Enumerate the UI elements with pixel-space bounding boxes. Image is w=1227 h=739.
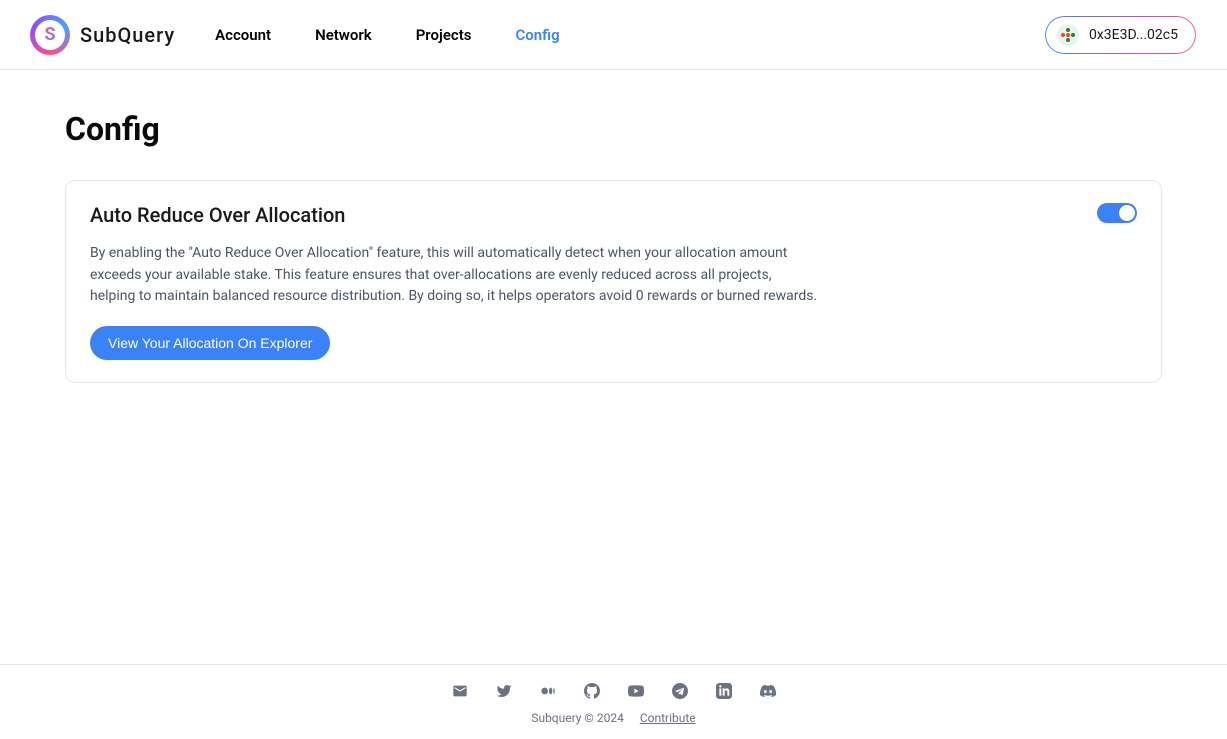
discord-icon[interactable] bbox=[760, 683, 776, 699]
card-description: By enabling the "Auto Reduce Over Alloca… bbox=[90, 243, 820, 308]
nav-config[interactable]: Config bbox=[515, 26, 559, 44]
footer: Subquery © 2024 Contribute bbox=[0, 664, 1227, 739]
logo[interactable]: S SubQuery bbox=[30, 15, 175, 55]
contribute-link[interactable]: Contribute bbox=[640, 711, 696, 725]
main-content: Config Auto Reduce Over Allocation By en… bbox=[0, 70, 1227, 664]
mail-icon[interactable] bbox=[452, 683, 468, 699]
copyright: Subquery © 2024 bbox=[531, 711, 623, 725]
main-nav: Account Network Projects Config bbox=[215, 26, 560, 44]
auto-reduce-toggle[interactable] bbox=[1097, 203, 1137, 223]
medium-icon[interactable] bbox=[540, 683, 556, 699]
view-allocation-button[interactable]: View Your Allocation On Explorer bbox=[90, 326, 330, 360]
page-title: Config bbox=[65, 110, 1162, 148]
identicon-icon bbox=[1057, 24, 1079, 46]
wallet-address: 0x3E3D...02c5 bbox=[1089, 27, 1178, 43]
toggle-knob bbox=[1119, 205, 1135, 221]
github-icon[interactable] bbox=[584, 683, 600, 699]
telegram-icon[interactable] bbox=[672, 683, 688, 699]
twitter-icon[interactable] bbox=[496, 683, 512, 699]
header: S SubQuery Account Network Projects Conf… bbox=[0, 0, 1227, 70]
wallet-button[interactable]: 0x3E3D...02c5 bbox=[1044, 15, 1197, 55]
nav-account[interactable]: Account bbox=[215, 26, 271, 44]
card-title: Auto Reduce Over Allocation bbox=[90, 203, 1137, 227]
nav-network[interactable]: Network bbox=[315, 26, 372, 44]
config-card: Auto Reduce Over Allocation By enabling … bbox=[65, 180, 1162, 383]
youtube-icon[interactable] bbox=[628, 683, 644, 699]
brand-name: SubQuery bbox=[80, 23, 175, 47]
nav-projects[interactable]: Projects bbox=[416, 26, 472, 44]
logo-icon: S bbox=[30, 15, 70, 55]
header-left: S SubQuery Account Network Projects Conf… bbox=[30, 15, 560, 55]
footer-text: Subquery © 2024 Contribute bbox=[531, 711, 695, 725]
linkedin-icon[interactable] bbox=[716, 683, 732, 699]
social-links bbox=[452, 683, 776, 699]
